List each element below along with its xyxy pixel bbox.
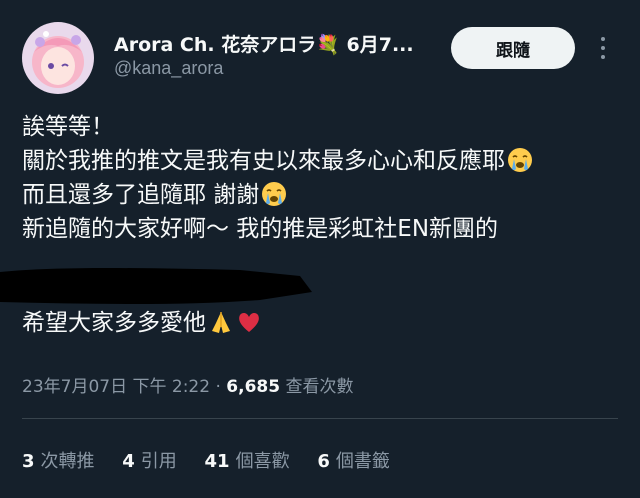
bookmarks-label: 個書籤: [335, 451, 390, 472]
engagement-stats: 3 次轉推 4 引用 41 個喜歡 6 個書籤: [22, 447, 412, 473]
quotes-count: 4: [122, 451, 135, 472]
tweet-line: 而且還多了追隨耶 謝謝: [22, 178, 622, 212]
quotes-label: 引用: [140, 451, 177, 472]
timestamp[interactable]: 23年7月07日 下午 2:22: [22, 377, 210, 397]
bookmarks-count: 6: [317, 451, 330, 472]
likes-label: 個喜歡: [235, 451, 290, 472]
tweet-line-text: 關於我推的推文是我有史以來最多心心和反應耶: [22, 148, 505, 174]
tweet-line-text: 希望大家多多愛他: [22, 310, 206, 336]
divider: [22, 418, 618, 419]
tweet-line-text: 新追隨的大家好啊〜 我的推是彩虹社EN新團的: [22, 216, 499, 242]
tweet-line-text: 而且還多了追隨耶 謝謝: [22, 182, 260, 208]
bookmarks-stat[interactable]: 6 個書籤: [317, 451, 390, 472]
retweets-stat[interactable]: 3 次轉推: [22, 451, 95, 472]
tweet-line: 誒等等！: [22, 110, 622, 144]
crying-face-emoji: [262, 182, 287, 206]
username-handle[interactable]: @kana_arora: [114, 58, 223, 79]
display-name[interactable]: Arora Ch. 花奈アロラ💐 6月7...: [114, 30, 414, 57]
tweet-header: Arora Ch. 花奈アロラ💐 6月7... @kana_arora 跟隨: [0, 0, 640, 100]
likes-stat[interactable]: 41 個喜歡: [205, 451, 290, 472]
views-label: 查看次數: [285, 377, 354, 397]
crying-face-emoji: [508, 148, 532, 172]
more-vertical-icon[interactable]: [596, 37, 610, 61]
retweets-count: 3: [22, 451, 35, 472]
retweets-label: 次轉推: [40, 451, 95, 472]
tweet-line: 新追隨的大家好啊〜 我的推是彩虹社EN新團的: [22, 212, 622, 246]
redaction-scribble: [0, 268, 312, 304]
tweet-line-text: 誒等等！: [22, 114, 114, 140]
avatar[interactable]: [22, 22, 94, 94]
tweet-line: 關於我推的推文是我有史以來最多心心和反應耶: [22, 144, 622, 178]
folded-hands-emoji: [212, 312, 230, 333]
tweet-meta: 23年7月07日 下午 2:22 · 6,685 查看次數: [22, 372, 353, 397]
follow-button[interactable]: 跟隨: [451, 27, 575, 69]
meta-separator: ·: [215, 377, 221, 397]
red-heart-emoji: [239, 312, 259, 332]
views-count: 6,685: [226, 377, 281, 397]
likes-count: 41: [204, 451, 230, 472]
quotes-stat[interactable]: 4 引用: [122, 451, 177, 472]
